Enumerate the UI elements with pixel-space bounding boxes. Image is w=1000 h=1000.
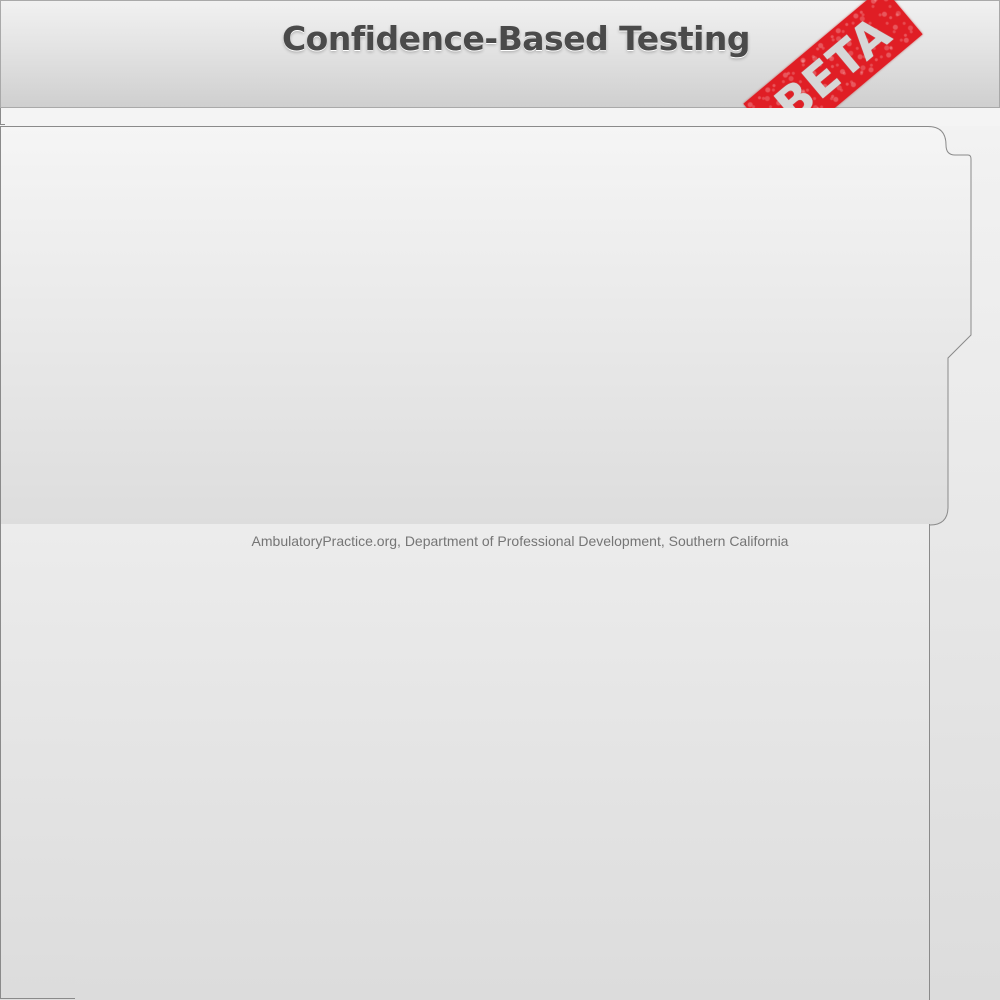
footer-credit: AmbulatoryPractice.org, Department of Pr… [251,533,789,549]
main-content: AmbulatoryPractice.org, Department of Pr… [75,524,930,1000]
folder-tab-panel [0,126,972,526]
folder-panel-shape [0,126,972,526]
header-strip-corner [0,108,5,125]
header-strip [0,108,1000,126]
page: Confidence-Based Testing BETA Ambulatory… [0,0,1000,1000]
left-column [0,524,76,999]
